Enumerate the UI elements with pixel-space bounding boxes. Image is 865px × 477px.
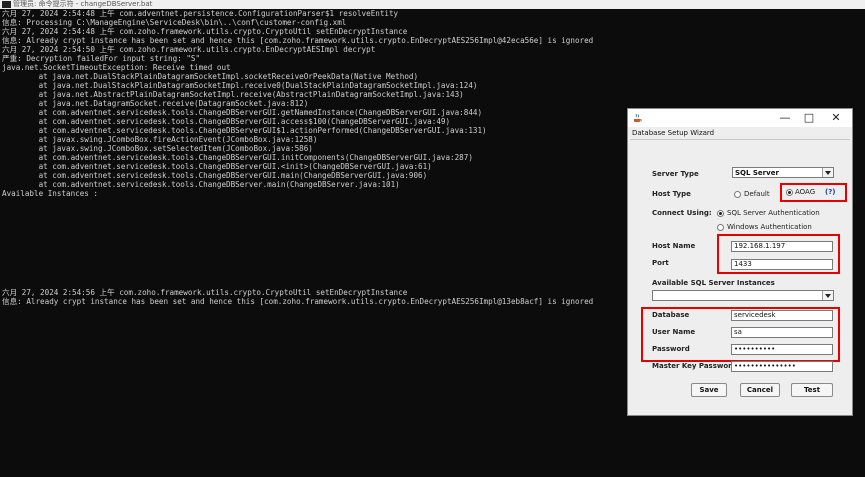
console-line: 严重: Decryption failedFor input string: "… xyxy=(2,54,201,63)
save-button[interactable]: Save xyxy=(691,383,727,397)
database-label: Database xyxy=(652,311,690,319)
windows-auth-radio[interactable] xyxy=(717,224,724,231)
chevron-down-icon xyxy=(822,168,833,177)
host-type-aoag-radio[interactable] xyxy=(786,189,793,196)
windows-auth-label: Windows Authentication xyxy=(727,223,812,231)
username-label: User Name xyxy=(652,328,696,336)
cancel-button[interactable]: Cancel xyxy=(740,383,780,397)
sql-auth-radio[interactable] xyxy=(717,210,724,217)
java-icon xyxy=(634,113,642,122)
console-line: at com.adventnet.servicedesk.tools.Chang… xyxy=(2,171,428,180)
console-line: 信息: Already crypt instance has been set … xyxy=(2,297,594,306)
password-input[interactable]: •••••••••• xyxy=(731,344,833,355)
sql-auth-label: SQL Server Authentication xyxy=(727,209,820,217)
dialog-title-bar[interactable]: — □ ✕ xyxy=(628,109,852,127)
host-name-label: Host Name xyxy=(652,242,696,250)
console-line: 信息: Already crypt instance has been set … xyxy=(2,36,594,45)
console-line: 信息: Processing C:\ManageEngine\ServiceDe… xyxy=(2,18,347,27)
console-line: at com.adventnet.servicedesk.tools.Chang… xyxy=(2,117,451,126)
database-input[interactable]: servicedesk xyxy=(731,310,833,321)
console-line: at java.net.DatagramSocket.receive(Datag… xyxy=(2,99,309,108)
password-label: Password xyxy=(652,345,690,353)
console-line: Available Instances : xyxy=(2,189,99,198)
server-type-label: Server Type xyxy=(652,170,699,178)
host-type-label: Host Type xyxy=(652,190,691,198)
master-key-label: Master Key Password xyxy=(652,362,737,370)
console-line: 六月 27, 2024 2:54:48 上午 com.zoho.framewor… xyxy=(2,27,408,36)
console-line: at com.adventnet.servicedesk.tools.Chang… xyxy=(2,162,432,171)
chevron-down-icon xyxy=(822,291,833,300)
connect-using-label: Connect Using: xyxy=(652,209,712,217)
console-line: at javax.swing.JComboBox.setSelectedItem… xyxy=(2,144,313,153)
console-line: at javax.swing.JComboBox.fireActionEvent… xyxy=(2,135,318,144)
test-button[interactable]: Test xyxy=(791,383,833,397)
console-line: at com.adventnet.servicedesk.tools.Chang… xyxy=(2,126,487,135)
console-line: at java.net.AbstractPlainDatagramSocketI… xyxy=(2,90,464,99)
dialog-subtitle: Database Setup Wizard xyxy=(632,129,715,137)
divider xyxy=(630,139,850,140)
help-link[interactable]: (?) xyxy=(825,188,835,196)
minimize-button[interactable]: — xyxy=(776,110,794,126)
console-title-bar[interactable]: 管理员: 命令提示符 - changeDBServer.bat xyxy=(0,0,865,9)
server-type-select[interactable]: SQL Server xyxy=(732,167,834,178)
console-line: 六月 27, 2024 2:54:50 上午 com.zoho.framewor… xyxy=(2,45,376,54)
port-label: Port xyxy=(652,259,669,267)
console-line: at java.net.DualStackPlainDatagramSocket… xyxy=(2,81,478,90)
username-input[interactable]: sa xyxy=(731,327,833,338)
cmd-icon xyxy=(2,1,11,8)
instances-select[interactable] xyxy=(652,290,834,301)
master-key-input[interactable]: ••••••••••••••• xyxy=(731,361,833,372)
host-type-default-radio[interactable] xyxy=(734,191,741,198)
instances-label: Available SQL Server Instances xyxy=(652,279,775,287)
console-line: at java.net.DualStackPlainDatagramSocket… xyxy=(2,72,419,81)
maximize-button[interactable]: □ xyxy=(800,110,818,126)
close-button[interactable]: ✕ xyxy=(827,110,845,126)
host-type-aoag-label: AOAG xyxy=(795,188,816,196)
console-line: java.net.SocketTimeoutException: Receive… xyxy=(2,63,231,72)
server-type-value: SQL Server xyxy=(735,169,779,177)
console-line: at com.adventnet.servicedesk.tools.Chang… xyxy=(2,153,473,162)
host-type-default-label: Default xyxy=(744,190,770,198)
database-setup-dialog: — □ ✕ Database Setup Wizard Server Type … xyxy=(627,108,853,416)
console-line: 六月 27, 2024 2:54:48 上午 com.adventnet.per… xyxy=(2,9,399,18)
console-title: 管理员: 命令提示符 - changeDBServer.bat xyxy=(13,0,153,8)
console-line: 六月 27, 2024 2:54:56 上午 com.zoho.framewor… xyxy=(2,288,408,297)
console-line: at com.adventnet.servicedesk.tools.Chang… xyxy=(2,108,483,117)
port-input[interactable]: 1433 xyxy=(731,259,833,270)
console-line: at com.adventnet.servicedesk.tools.Chang… xyxy=(2,180,400,189)
console-lines: 六月 27, 2024 2:54:48 上午 com.adventnet.per… xyxy=(2,9,593,306)
host-name-input[interactable]: 192.168.1.197 xyxy=(731,241,833,252)
